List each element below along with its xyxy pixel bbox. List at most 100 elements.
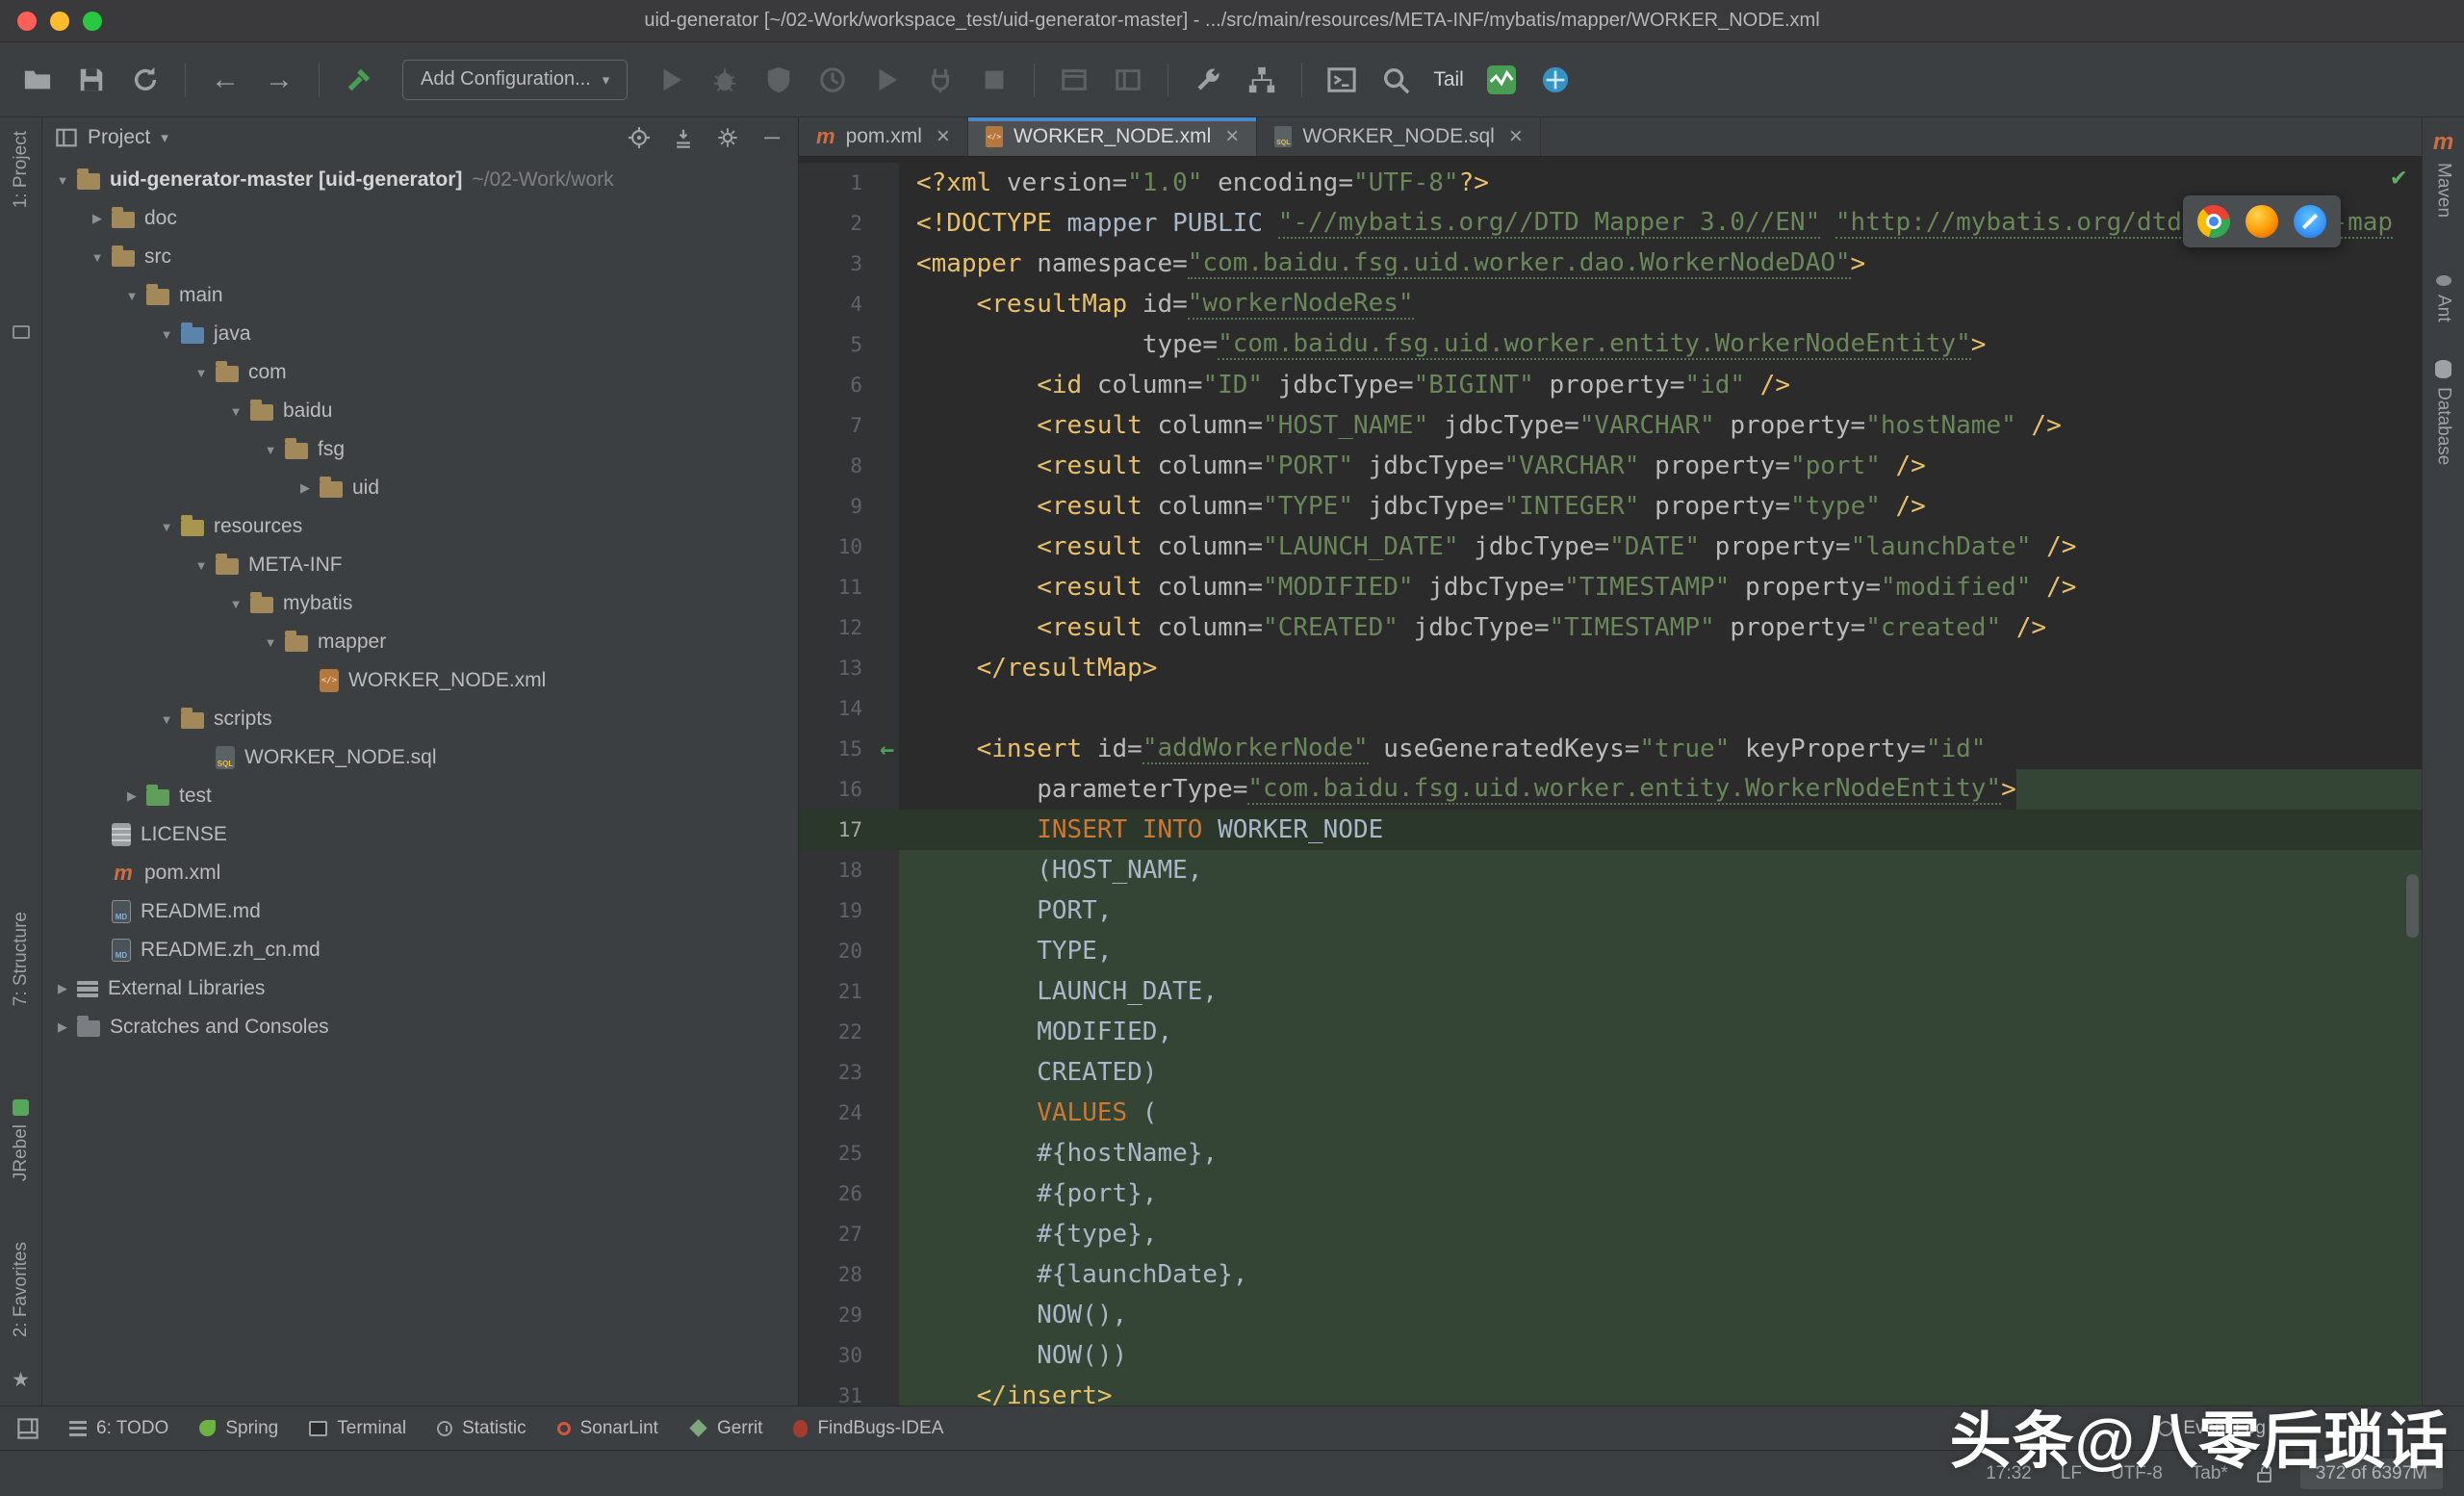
chevron-right-icon[interactable]: ▶ (85, 211, 110, 226)
code-line[interactable]: 16 parameterType= "com.baidu.fsg.uid.work… (799, 769, 2422, 810)
tree-item-uid-generator-master-uid-generator[interactable]: ▼ uid-generator-master [uid-generator] ~/0… (42, 161, 798, 199)
code-line[interactable]: 18 (HOST_NAME, (799, 850, 2422, 890)
tree-item-worker-node-xml[interactable]: WORKER_NODE.xml (42, 661, 798, 700)
code-line[interactable]: 23 CREATED) (799, 1052, 2422, 1093)
chevron-down-icon[interactable]: ▼ (223, 404, 248, 419)
editor[interactable]: 1 <?xml version= "1.0" encoding= "UTF-8" ?> 2… (799, 157, 2422, 1406)
tree-item-scratches-and-consoles[interactable]: ▶ Scratches and Consoles (42, 1008, 798, 1046)
settings-wrench-icon[interactable] (1186, 58, 1230, 102)
chevron-down-icon[interactable]: ▼ (189, 558, 214, 573)
tree-item-uid[interactable]: ▶ uid (42, 469, 798, 507)
project-panel-title[interactable]: Project (88, 126, 150, 149)
project-structure-icon[interactable] (1240, 58, 1284, 102)
code-line[interactable]: 11 <result column= "MODIFIED" jdbcType= "T… (799, 567, 2422, 607)
tree-item-mapper[interactable]: ▼ mapper (42, 623, 798, 661)
restore-layout-icon[interactable] (1052, 58, 1096, 102)
collapse-all-icon[interactable] (671, 125, 696, 150)
close-tab-icon[interactable]: × (937, 125, 950, 148)
tail-label[interactable]: Tail (1433, 68, 1464, 91)
layout-settings-icon[interactable] (1106, 58, 1150, 102)
code-line[interactable]: 17 INSERT INTO WORKER_NODE (799, 810, 2422, 850)
code-line[interactable]: 10 <result column= "LAUNCH_DATE" jdbcType… (799, 527, 2422, 567)
save-all-icon[interactable] (69, 58, 114, 102)
code-line[interactable]: 26 #{port}, (799, 1174, 2422, 1214)
tree-item-src[interactable]: ▼ src (42, 238, 798, 276)
code-line[interactable]: 28 #{launchDate}, (799, 1254, 2422, 1295)
code-line[interactable]: 20 TYPE, (799, 931, 2422, 971)
tree-item-mybatis[interactable]: ▼ mybatis (42, 584, 798, 623)
code-line[interactable]: 13 </resultMap> (799, 648, 2422, 688)
locate-file-icon[interactable] (627, 125, 652, 150)
chevron-down-icon[interactable]: ▼ (154, 520, 179, 534)
synchronize-icon[interactable] (123, 58, 167, 102)
code-line[interactable]: 21 LAUNCH_DATE, (799, 971, 2422, 1012)
run-configurations-dropdown[interactable]: Add Configuration... ▾ (402, 59, 629, 100)
firefox-icon[interactable] (2246, 205, 2278, 238)
tree-item-doc[interactable]: ▶ doc (42, 199, 798, 238)
chevron-down-icon[interactable]: ▼ (154, 327, 179, 342)
tree-item-worker-node-sql[interactable]: SQL WORKER_NODE.sql (42, 738, 798, 777)
code-line[interactable]: 5 type= "com.baidu.fsg.uid.worker.entity.… (799, 324, 2422, 365)
chevron-down-icon[interactable]: ▾ (161, 129, 168, 146)
tree-item-fsg[interactable]: ▼ fsg (42, 430, 798, 469)
chevron-down-icon[interactable]: ▼ (258, 635, 283, 650)
toolwindow-structure-button[interactable]: 7: Structure (0, 912, 41, 1006)
zoom-button[interactable] (83, 11, 102, 31)
code-line[interactable]: 22 MODIFIED, (799, 1012, 2422, 1052)
tree-item-test[interactable]: ▶ test (42, 777, 798, 815)
toolwindow-database-button[interactable]: Database (2423, 360, 2464, 465)
chevron-down-icon[interactable]: ▼ (119, 289, 144, 303)
toolwindow-project-button[interactable]: 1: Project (0, 131, 41, 208)
tree-item-resources[interactable]: ▼ resources (42, 507, 798, 546)
toolwindow-button-6-todo[interactable]: 6: TODO (54, 1406, 184, 1450)
tab-worker-node-sql[interactable]: SQL WORKER_NODE.sql × (1257, 117, 1541, 156)
profiler-button[interactable] (810, 58, 855, 102)
chevron-right-icon[interactable]: ▶ (119, 788, 144, 804)
toolwindow-jrebel-button[interactable]: JRebel (0, 1099, 41, 1181)
tree-item-java[interactable]: ▼ java (42, 315, 798, 353)
search-icon[interactable] (1373, 58, 1418, 102)
close-button[interactable] (17, 11, 37, 31)
toolwindow-button-sonarlint[interactable]: SonarLint (542, 1406, 674, 1450)
code-line[interactable]: 27 #{type}, (799, 1214, 2422, 1254)
chevron-down-icon[interactable]: ▼ (85, 250, 110, 265)
code-line[interactable]: 6 <id column= "ID" jdbcType= "BIGINT" prop… (799, 365, 2422, 405)
chevron-right-icon[interactable]: ▶ (50, 1019, 75, 1035)
tree-item-meta-inf[interactable]: ▼ META-INF (42, 546, 798, 584)
forward-icon[interactable]: → (257, 58, 301, 102)
tab-worker-node-xml[interactable]: WORKER_NODE.xml × (967, 117, 1258, 156)
code-line[interactable]: 3 <mapper namespace= "com.baidu.fsg.uid.wo… (799, 244, 2422, 284)
toolwindow-switcher-icon[interactable] (10, 1410, 46, 1447)
run-button[interactable] (649, 58, 693, 102)
inspection-ok-icon[interactable]: ✔ (2391, 163, 2406, 192)
rerun-button[interactable] (864, 58, 909, 102)
back-icon[interactable]: ← (203, 58, 247, 102)
toolwindow-maven-button[interactable]: m Maven (2423, 131, 2464, 219)
code-line[interactable]: 9 <result column= "TYPE" jdbcType= "INTEGE… (799, 486, 2422, 527)
pinned-toolwindow-icon[interactable] (12, 325, 30, 339)
toolwindow-favorites-button[interactable]: 2: Favorites (0, 1242, 41, 1337)
toolwindow-button-spring[interactable]: Spring (184, 1406, 294, 1450)
toolwindow-button-gerrit[interactable]: Gerrit (674, 1406, 779, 1450)
chevron-right-icon[interactable]: ▶ (293, 480, 318, 496)
hide-panel-icon[interactable]: ─ (759, 125, 784, 150)
chevron-down-icon[interactable]: ▼ (154, 712, 179, 727)
tree-item-pom-xml[interactable]: m pom.xml (42, 854, 798, 892)
debug-button[interactable] (703, 58, 747, 102)
code-line[interactable]: 4 <resultMap id= "workerNodeRes" (799, 284, 2422, 324)
tree-item-license[interactable]: LICENSE (42, 815, 798, 854)
console-window-icon[interactable] (1320, 58, 1364, 102)
minimize-button[interactable] (50, 11, 69, 31)
stop-button[interactable] (972, 58, 1016, 102)
monitor-chart-icon[interactable] (1479, 58, 1524, 102)
chevron-down-icon[interactable]: ▼ (223, 597, 248, 611)
code-line[interactable]: 7 <result column= "HOST_NAME" jdbcType= "V… (799, 405, 2422, 446)
build-hammer-icon[interactable] (337, 58, 381, 102)
chrome-icon[interactable] (2197, 205, 2230, 238)
toolwindow-button-findbugs-idea[interactable]: FindBugs-IDEA (778, 1406, 959, 1450)
settings-gear-icon[interactable] (715, 125, 740, 150)
code-line[interactable]: 15 ← <insert id= "addWorkerNode" useGenera… (799, 729, 2422, 769)
code-line[interactable]: 24 VALUES ( (799, 1093, 2422, 1133)
toolwindow-button-statistic[interactable]: Statistic (422, 1406, 542, 1450)
attach-debugger-button[interactable] (918, 58, 962, 102)
